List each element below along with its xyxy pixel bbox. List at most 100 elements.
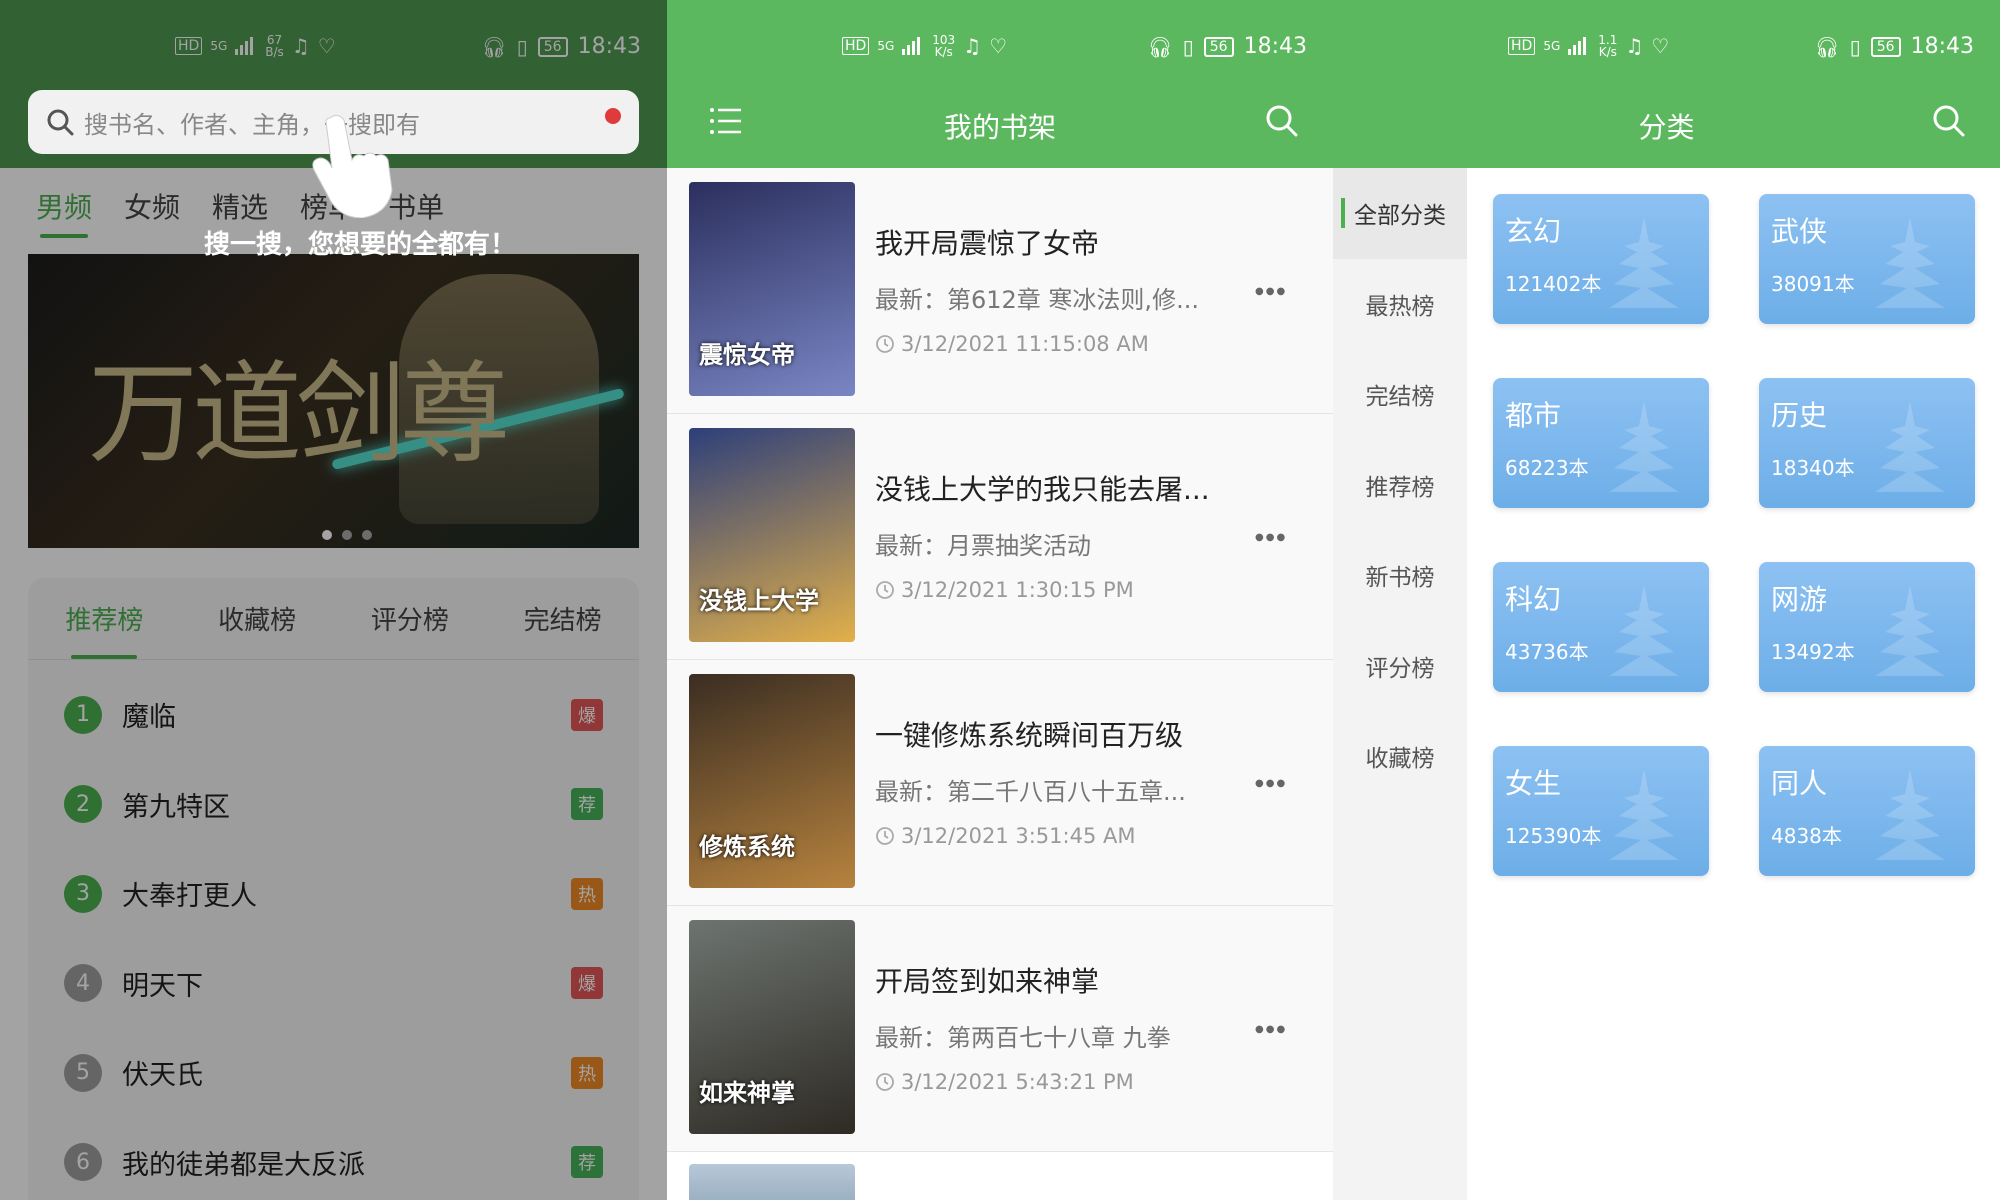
page-title: 分类: [1638, 111, 1695, 144]
category-count: 68223本: [1505, 456, 1589, 480]
more-icon[interactable]: ●●●: [1255, 1024, 1287, 1035]
sidebar-item[interactable]: 最热榜: [1333, 259, 1467, 350]
sidebar-item[interactable]: 推荐榜: [1333, 440, 1467, 531]
headphone-icon: 🎧︎: [1814, 34, 1840, 59]
tab-featured[interactable]: 精选: [212, 186, 268, 226]
category-card[interactable]: 科幻 43736本: [1493, 562, 1709, 692]
rank-number: 4: [64, 964, 102, 1003]
category-card[interactable]: 历史 18340本: [1759, 378, 1975, 508]
list-item[interactable]: 2 第九特区 荐: [28, 760, 639, 850]
category-name: 科幻: [1505, 583, 1562, 616]
tab-favorite-rank[interactable]: 收藏榜: [218, 600, 296, 637]
pagoda-icon: [1609, 585, 1679, 676]
vibrate-icon: ▯: [1849, 34, 1861, 59]
clock-icon: [876, 581, 894, 599]
category-count: 4838本: [1771, 824, 1842, 848]
category-card[interactable]: 玄幻 121402本: [1493, 194, 1709, 324]
book-cover[interactable]: 修炼系统: [689, 674, 855, 888]
bookshelf-item[interactable]: 如来神掌 开局签到如来神掌 最新：第两百七十八章 九拳 3/12/2021 5:43:…: [667, 906, 1333, 1152]
book-cover-partial[interactable]: [689, 1164, 855, 1200]
book-cover[interactable]: 没钱上大学: [689, 428, 855, 642]
bookshelf-item[interactable]: 修炼系统 一键修炼系统瞬间百万级 最新：第二千八百八十五章... 3/12/2021 …: [667, 660, 1333, 906]
bookshelf-item[interactable]: 没钱上大学 没钱上大学的我只能去屠... 最新：月票抽奖活动 3/12/2021 1:…: [667, 414, 1333, 660]
pager-dot[interactable]: [322, 530, 332, 540]
category-card[interactable]: 女生 125390本: [1493, 746, 1709, 876]
book-title: 魔临: [122, 702, 176, 734]
sidebar-item[interactable]: 评分榜: [1333, 621, 1467, 712]
headphone-icon: 🎧︎: [1147, 34, 1173, 59]
sidebar-item[interactable]: 新书榜: [1333, 530, 1467, 621]
book-title: 伏天氏: [122, 1060, 203, 1092]
notification-dot: [605, 108, 621, 124]
search-guide-text: 搜一搜，您想要的全都有！: [204, 230, 517, 260]
status-badge: 爆: [571, 967, 603, 1000]
sidebar-item[interactable]: 完结榜: [1333, 349, 1467, 440]
page-title: 我的书架: [943, 111, 1056, 144]
ranking-tabs: 推荐榜 收藏榜 评分榜 完结榜: [28, 578, 639, 660]
sidebar-item[interactable]: 收藏榜: [1333, 711, 1467, 802]
status-bar: HD 5G 103 K/s ♫ ♡ 🎧︎ ▯ 56 18:43: [667, 0, 1333, 86]
music-icon: ♫: [963, 34, 982, 58]
category-card[interactable]: 都市 68223本: [1493, 378, 1709, 508]
hd-label: HD: [842, 37, 870, 55]
category-count: 13492本: [1771, 640, 1855, 664]
update-time: 3/12/2021 11:15:08 AM: [875, 332, 1149, 356]
list-item[interactable]: 3 大奉打更人 热: [28, 849, 639, 939]
category-count: 121402本: [1505, 272, 1602, 296]
category-count: 18340本: [1771, 456, 1855, 480]
pagoda-icon: [1875, 585, 1945, 676]
search-icon[interactable]: [1932, 104, 1966, 138]
category-grid: 玄幻 121402本 武侠 38091本 都市 68223本 历史 18340本科幻 43736…: [1493, 194, 1975, 876]
category-card[interactable]: 同人 4838本: [1759, 746, 1975, 876]
tab-male[interactable]: 男频: [36, 186, 92, 238]
tab-recommend-rank[interactable]: 推荐榜: [65, 600, 143, 659]
book-title[interactable]: 没钱上大学的我只能去屠...: [875, 468, 1210, 508]
battery-icon: 56: [1870, 36, 1901, 57]
rank-number: 3: [64, 874, 102, 913]
category-card[interactable]: 武侠 38091本: [1759, 194, 1975, 324]
list-item[interactable]: 5 伏天氏 热: [28, 1028, 639, 1118]
network-label: 5G: [1543, 39, 1561, 53]
bookshelf-item[interactable]: 震惊女帝 我开局震惊了女帝最新：第612章 寒冰法则,修... 3/12/2021 …: [667, 168, 1333, 414]
tab-completed-rank[interactable]: 完结榜: [524, 600, 602, 637]
category-name: 历史: [1771, 399, 1828, 432]
list-item[interactable]: 4 明天下 爆: [28, 939, 639, 1029]
book-cover[interactable]: 震惊女帝: [689, 182, 855, 396]
tab-female[interactable]: 女频: [124, 186, 180, 226]
more-icon[interactable]: ●●●: [1255, 286, 1287, 297]
latest-chapter: 最新：第两百七十八章 九拳: [875, 1024, 1171, 1052]
promo-banner[interactable]: 万道剑尊: [28, 254, 639, 548]
category-name: 武侠: [1771, 215, 1828, 248]
list-item[interactable]: 1 魔临 爆: [28, 670, 639, 760]
category-name: 玄幻: [1505, 215, 1562, 248]
pagoda-icon: [1875, 401, 1945, 492]
pagoda-icon: [1875, 217, 1945, 308]
list-item[interactable]: 6 我的徒弟都是大反派 荐: [28, 1118, 639, 1200]
pager-dot[interactable]: [362, 530, 372, 540]
book-title[interactable]: 我开局震惊了女帝: [875, 222, 1099, 262]
status-left: HD 5G 1.1 K/s ♫ ♡: [1508, 34, 1669, 58]
update-time-text: 3/12/2021 11:15:08 AM: [901, 332, 1149, 356]
category-name: 女生: [1505, 767, 1562, 800]
discover-screen: HD 5G 67 B/s ♫ ♡ 🎧︎ ▯ 56 18:43 男频 女频 精选 榜…: [0, 0, 667, 1200]
book-title[interactable]: 一键修炼系统瞬间百万级: [875, 714, 1183, 754]
book-title[interactable]: 开局签到如来神掌: [875, 960, 1099, 1000]
category-card[interactable]: 网游 13492本: [1759, 562, 1975, 692]
clock-icon: [876, 1073, 894, 1091]
status-badge: 荐: [571, 788, 603, 821]
search-icon[interactable]: [1265, 104, 1299, 138]
more-icon[interactable]: ●●●: [1255, 778, 1287, 789]
more-icon[interactable]: ●●●: [1255, 532, 1287, 543]
net-speed-unit: K/s: [934, 45, 953, 59]
status-bar: HD 5G 1.1 K/s ♫ ♡ 🎧︎ ▯ 56 18:43: [1333, 0, 2000, 86]
hand-pointer-icon: [312, 114, 393, 218]
sidebar-item[interactable]: 全部分类: [1333, 168, 1467, 259]
clock-icon: [876, 335, 894, 353]
book-cover[interactable]: 如来神掌: [689, 920, 855, 1134]
tab-rating-rank[interactable]: 评分榜: [371, 600, 449, 637]
pager-dot[interactable]: [342, 530, 352, 540]
status-bar: HD 5G 67 B/s ♫ ♡ 🎧︎ ▯ 56 18:43: [0, 0, 667, 86]
heart-icon: ♡: [317, 34, 336, 58]
latest-chapter: 最新：第612章 寒冰法则,修...: [875, 286, 1199, 314]
heart-icon: ♡: [989, 34, 1008, 58]
